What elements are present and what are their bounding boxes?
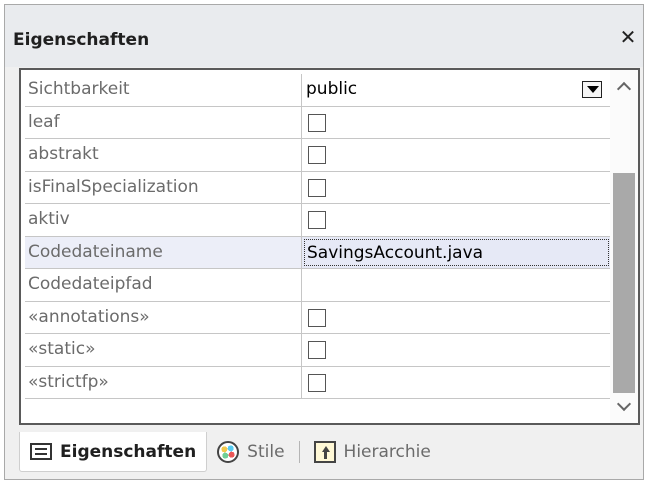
close-icon[interactable]: ✕ — [617, 25, 639, 49]
property-value: public — [306, 79, 358, 99]
scroll-down-icon[interactable] — [610, 391, 638, 417]
property-value-cell[interactable]: SavingsAccount.java — [302, 236, 610, 269]
property-name: isFinalSpecialization — [25, 171, 302, 204]
property-row[interactable]: Codedateiname SavingsAccount.java — [25, 236, 610, 269]
dropdown-arrow-icon[interactable] — [582, 81, 602, 98]
property-row[interactable]: «annotations» — [25, 301, 610, 334]
property-row[interactable]: isFinalSpecialization — [25, 171, 610, 204]
property-value-cell[interactable]: public — [302, 74, 610, 107]
window-frame: Eigenschaften ✕ Sichtbarkeit public leaf ab… — [4, 4, 644, 480]
property-value-cell[interactable] — [302, 302, 610, 334]
property-row[interactable]: «static» — [25, 334, 610, 367]
property-row[interactable]: Sichtbarkeit public — [25, 74, 610, 107]
properties-icon — [30, 443, 52, 460]
property-value-cell[interactable] — [302, 139, 610, 172]
properties-window: Eigenschaften ✕ Sichtbarkeit public leaf ab… — [0, 0, 648, 484]
property-value-cell[interactable] — [302, 172, 610, 204]
property-name: Codedateiname — [25, 236, 302, 269]
property-row[interactable]: aktiv — [25, 204, 610, 237]
property-value-cell[interactable] — [302, 334, 610, 367]
vertical-scrollbar[interactable] — [610, 70, 638, 423]
palette-icon — [217, 441, 240, 463]
property-value-cell[interactable] — [302, 204, 610, 237]
property-name: aktiv — [25, 204, 302, 237]
hierarchy-icon — [313, 441, 336, 463]
property-name: «annotations» — [25, 301, 302, 334]
property-name: «strictfp» — [25, 366, 302, 399]
property-name: abstrakt — [25, 139, 302, 172]
property-checkbox[interactable] — [308, 211, 326, 229]
title-bar: Eigenschaften ✕ — [5, 5, 643, 67]
property-row[interactable]: leaf — [25, 106, 610, 139]
property-name: «static» — [25, 334, 302, 367]
scrollbar-thumb[interactable] — [613, 173, 635, 393]
tab-eigenschaften[interactable]: Eigenschaften — [19, 432, 208, 472]
scroll-up-icon[interactable] — [610, 76, 638, 102]
tab-bar: Eigenschaften Stile Hierarchie — [19, 432, 441, 472]
property-text-input[interactable]: SavingsAccount.java — [304, 238, 609, 266]
property-checkbox[interactable] — [308, 373, 326, 392]
tab-label: Hierarchie — [343, 442, 431, 462]
property-checkbox[interactable] — [308, 113, 326, 132]
property-value-cell[interactable] — [302, 107, 610, 139]
tab-stile[interactable]: Stile — [207, 432, 294, 472]
property-grid: Sichtbarkeit public leaf abstrakt isFinalSpe… — [19, 68, 640, 425]
property-name: leaf — [25, 106, 302, 139]
property-row[interactable]: abstrakt — [25, 139, 610, 172]
property-checkbox[interactable] — [308, 178, 326, 197]
window-title: Eigenschaften — [13, 30, 150, 50]
tab-hierarchie[interactable]: Hierarchie — [304, 432, 441, 472]
property-name: Sichtbarkeit — [25, 74, 302, 107]
property-value — [302, 274, 306, 294]
property-value-cell[interactable] — [302, 269, 610, 302]
property-checkbox[interactable] — [308, 308, 326, 327]
property-checkbox[interactable] — [308, 146, 326, 164]
property-list: Sichtbarkeit public leaf abstrakt isFinalSpe… — [25, 74, 610, 399]
property-checkbox[interactable] — [308, 341, 326, 359]
property-name: Codedateipfad — [25, 269, 302, 302]
property-row[interactable]: «strictfp» — [25, 366, 610, 399]
tab-label: Eigenschaften — [60, 441, 197, 462]
property-value-cell[interactable] — [302, 367, 610, 399]
tab-label: Stile — [247, 442, 285, 462]
property-row[interactable]: Codedateipfad — [25, 269, 610, 302]
tab-separator — [298, 441, 300, 463]
